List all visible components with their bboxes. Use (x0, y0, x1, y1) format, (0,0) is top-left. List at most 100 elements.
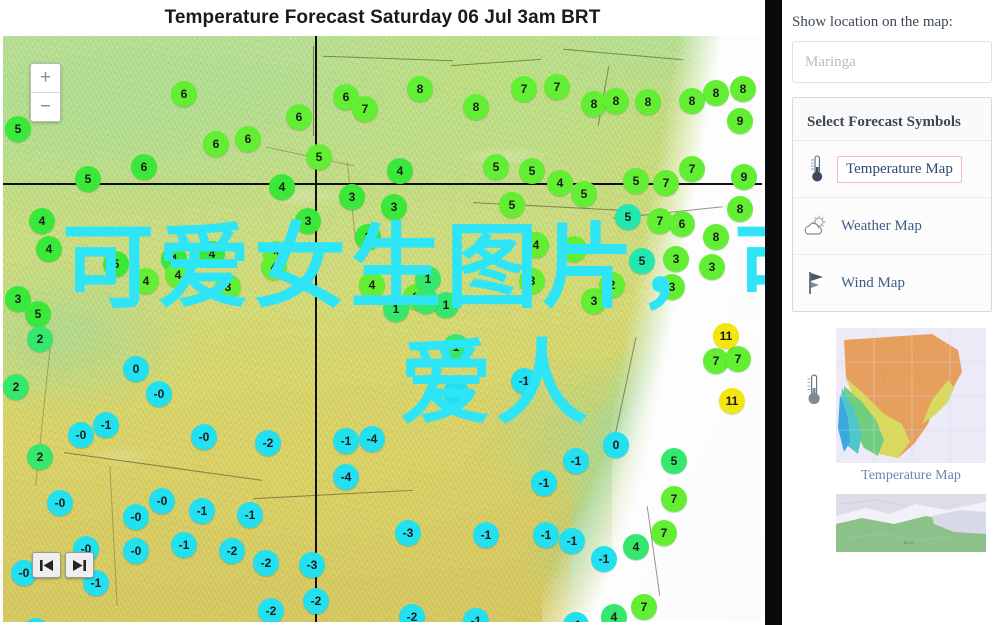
temperature-pin[interactable]: -1 (511, 368, 537, 394)
temperature-pin[interactable]: -2 (219, 538, 245, 564)
temperature-pin[interactable]: 4 (133, 268, 159, 294)
temperature-pin[interactable]: -1 (591, 546, 617, 572)
temperature-pin[interactable]: -0 (191, 424, 217, 450)
temperature-pin[interactable]: 1 (413, 288, 439, 314)
zoom-in-button[interactable]: + (31, 64, 60, 93)
temperature-pin[interactable]: -3 (299, 552, 325, 578)
temperature-pin[interactable]: -0 (68, 422, 94, 448)
temperature-pin[interactable]: 4 (623, 534, 649, 560)
temperature-pin[interactable]: -0 (47, 490, 73, 516)
temperature-pin[interactable]: -2 (258, 598, 284, 622)
temperature-pin[interactable]: -3 (395, 520, 421, 546)
temperature-pin[interactable]: -0 (123, 504, 149, 530)
temperature-pin[interactable]: 5 (615, 204, 641, 230)
temperature-pin[interactable]: 5 (483, 154, 509, 180)
thumbnail-image-south-america[interactable] (836, 328, 986, 464)
temperature-pin[interactable]: 4 (36, 236, 62, 262)
temperature-pin[interactable]: -1 (237, 502, 263, 528)
temperature-pin[interactable]: 4 (261, 254, 287, 280)
temperature-pin[interactable]: 6 (131, 154, 157, 180)
temperature-pin[interactable]: 5 (571, 181, 597, 207)
thumbnail-image-terrain[interactable]: 60 % (836, 494, 986, 553)
step-forward-button[interactable] (65, 552, 94, 578)
temperature-pin[interactable]: 7 (725, 346, 751, 372)
temperature-pin[interactable]: 7 (653, 170, 679, 196)
temperature-pin[interactable]: 5 (103, 251, 129, 277)
temperature-pin[interactable]: 5 (499, 192, 525, 218)
temperature-pin[interactable]: 0 (123, 356, 149, 382)
temperature-pin[interactable]: -4 (359, 426, 385, 452)
temperature-pin[interactable]: -1 (171, 532, 197, 558)
temperature-pin[interactable]: 6 (286, 104, 312, 130)
temperature-pin[interactable]: 5 (519, 158, 545, 184)
symbol-option-wind-map[interactable]: Wind Map (793, 254, 991, 312)
temperature-pin[interactable]: 4 (199, 241, 225, 267)
temperature-pin[interactable]: -1 (563, 448, 589, 474)
temperature-pin[interactable]: 7 (679, 156, 705, 182)
temperature-pin[interactable]: 5 (75, 166, 101, 192)
temperature-pin[interactable]: 4 (269, 174, 295, 200)
zoom-out-button[interactable]: − (31, 93, 60, 121)
temperature-pin[interactable]: -4 (333, 464, 359, 490)
temperature-pin[interactable]: 7 (631, 594, 657, 620)
location-search-input[interactable]: Maringa (792, 41, 992, 83)
timeline-controls[interactable] (32, 552, 94, 578)
temperature-pin[interactable]: 3 (663, 246, 689, 272)
temperature-pin[interactable]: -0 (443, 380, 469, 406)
temperature-pin[interactable]: 6 (669, 211, 695, 237)
temperature-pin[interactable]: -1 (559, 528, 585, 554)
temperature-pin[interactable]: -1 (531, 470, 557, 496)
temperature-pin[interactable]: -0 (149, 488, 175, 514)
temperature-pin[interactable]: 8 (679, 88, 705, 114)
temperature-pin[interactable]: -0 (123, 538, 149, 564)
temperature-pin[interactable]: 9 (727, 108, 753, 134)
temperature-pin[interactable]: 4 (387, 158, 413, 184)
temperature-pin[interactable]: 7 (661, 486, 687, 512)
temperature-pin[interactable]: 8 (730, 76, 756, 102)
temperature-pin[interactable]: 1 (443, 334, 469, 360)
temperature-pin[interactable]: 2 (3, 374, 29, 400)
temperature-pin[interactable]: 8 (727, 196, 753, 222)
temperature-pin[interactable]: 8 (635, 89, 661, 115)
temperature-pin[interactable]: 11 (719, 388, 745, 414)
temperature-pin[interactable]: -1 (533, 522, 559, 548)
temperature-pin[interactable]: 8 (603, 88, 629, 114)
zoom-controls[interactable]: + − (30, 63, 61, 122)
temperature-pin[interactable]: 6 (171, 81, 197, 107)
symbol-option-weather-map[interactable]: Weather Map (793, 197, 991, 255)
temperature-pin[interactable]: 8 (407, 76, 433, 102)
temperature-pin[interactable]: -2 (253, 550, 279, 576)
temperature-pin[interactable]: 2 (355, 224, 381, 250)
temperature-pin[interactable]: -2 (303, 588, 329, 614)
temperature-pin[interactable]: 4 (523, 232, 549, 258)
map-canvas[interactable]: 5666654454444653633247887788888895545577… (3, 36, 762, 622)
thumbnail-temperature-map[interactable]: Temperature Map (792, 328, 992, 484)
temperature-pin[interactable]: 8 (703, 80, 729, 106)
temperature-pin[interactable]: 2 (599, 272, 625, 298)
temperature-pin[interactable]: 8 (561, 236, 587, 262)
temperature-pin[interactable]: -1 (93, 412, 119, 438)
temperature-pin[interactable]: 3 (381, 194, 407, 220)
temperature-pin[interactable]: -1 (473, 522, 499, 548)
temperature-pin[interactable]: 7 (511, 76, 537, 102)
temperature-pin[interactable]: 7 (651, 520, 677, 546)
temperature-pin[interactable]: 5 (661, 448, 687, 474)
temperature-pin[interactable]: 3 (519, 268, 545, 294)
temperature-pin[interactable]: 2 (27, 444, 53, 470)
temperature-pin[interactable]: 0 (603, 432, 629, 458)
temperature-pin[interactable]: 8 (463, 94, 489, 120)
temperature-pin[interactable]: 5 (25, 301, 51, 327)
symbol-option-temperature-map[interactable]: Temperature Map (793, 140, 991, 198)
temperature-pin[interactable]: 4 (29, 208, 55, 234)
temperature-pin[interactable]: -1 (189, 498, 215, 524)
temperature-pin[interactable]: 4 (547, 170, 573, 196)
temperature-pin[interactable]: -0 (146, 381, 172, 407)
temperature-pin[interactable]: 3 (295, 208, 321, 234)
temperature-pin[interactable]: 6 (203, 131, 229, 157)
temperature-pin[interactable]: 3 (215, 274, 241, 300)
temperature-pin[interactable]: 3 (659, 274, 685, 300)
step-backward-button[interactable] (32, 552, 61, 578)
temperature-pin[interactable]: 7 (352, 96, 378, 122)
temperature-pin[interactable]: 3 (699, 254, 725, 280)
temperature-pin[interactable]: 6 (235, 126, 261, 152)
